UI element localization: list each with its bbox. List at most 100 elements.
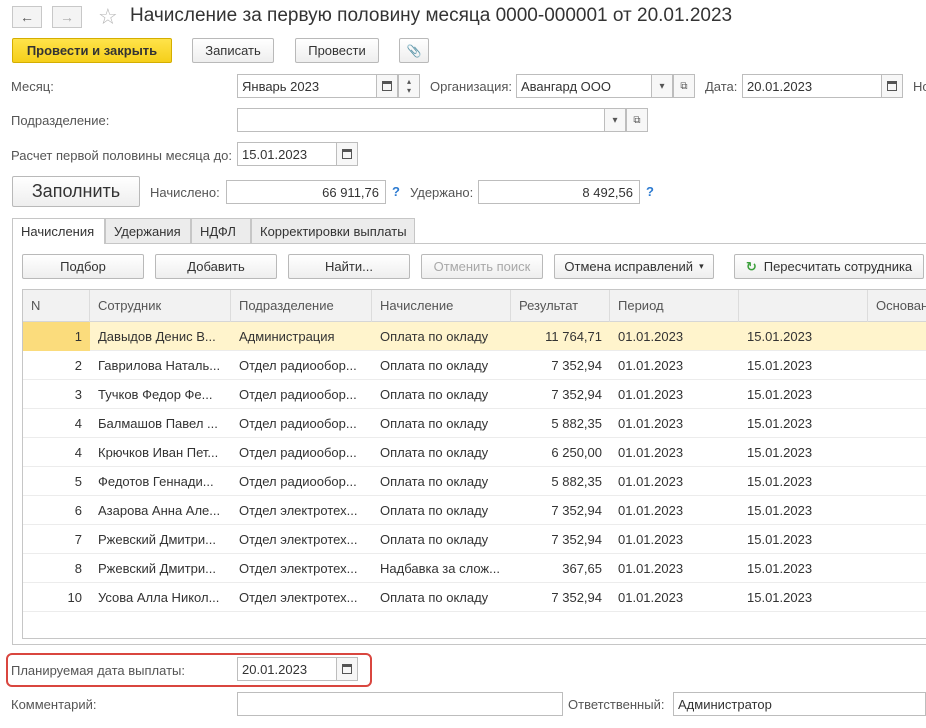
cell-accrual: Оплата по окладу [380, 445, 489, 460]
cell-period-to: 15.01.2023 [747, 503, 813, 518]
month-field[interactable]: Январь 2023 [237, 74, 377, 98]
post-button[interactable]: Провести [295, 38, 379, 63]
page-title: Начисление за первую половину месяца 000… [130, 5, 733, 26]
post-and-close-button[interactable]: Провести и закрыть [12, 38, 172, 63]
cell-employee: Давыдов Денис В... [98, 329, 216, 344]
cell-division: Отдел радиообор... [239, 445, 357, 460]
find-button[interactable]: Найти... [288, 254, 410, 279]
cell-employee: Ржевский Дмитри... [98, 532, 216, 547]
month-spinner[interactable]: ▴ ▾ [398, 74, 420, 98]
calendar-icon [342, 149, 352, 159]
table-header: N Сотрудник Подразделение Начисление Рез… [23, 290, 926, 322]
col-n[interactable]: N [23, 290, 90, 322]
accruals-table[interactable]: N Сотрудник Подразделение Начисление Рез… [22, 289, 926, 639]
recalc-employee-label: Пересчитать сотрудника [763, 259, 913, 274]
tab-ndfl[interactable]: НДФЛ [191, 218, 251, 243]
number-label: Но [913, 79, 926, 94]
cell-period-to: 15.01.2023 [747, 474, 813, 489]
division-field[interactable] [237, 108, 605, 132]
cancel-search-button[interactable]: Отменить поиск [421, 254, 543, 279]
cell-accrual: Оплата по окладу [380, 590, 489, 605]
date-field[interactable]: 20.01.2023 [742, 74, 882, 98]
col-division[interactable]: Подразделение [231, 290, 372, 322]
chevron-down-icon: ▾ [659, 80, 665, 92]
table-row[interactable]: 2 Гаврилова Наталь... Отдел радиообор... Оп… [23, 351, 926, 380]
cancel-fixes-label: Отмена исправлений [564, 259, 694, 274]
fill-button[interactable]: Заполнить [12, 176, 140, 207]
table-row[interactable]: 7 Ржевский Дмитри... Отдел электротех... Оп… [23, 525, 926, 554]
calc-until-calendar-button[interactable] [336, 142, 358, 166]
cell-division: Отдел электротех... [239, 590, 358, 605]
favorite-star-icon[interactable]: ☆ [98, 4, 118, 30]
attach-button[interactable]: 📎 [399, 38, 429, 63]
col-result[interactable]: Результат [511, 290, 610, 322]
comment-field[interactable] [237, 692, 563, 716]
organization-dropdown-button[interactable]: ▾ [651, 74, 673, 98]
table-row[interactable]: 3 Тучков Федор Фе... Отдел радиообор... Опл… [23, 380, 926, 409]
add-button[interactable]: Добавить [155, 254, 277, 279]
accrued-help-icon[interactable]: ? [392, 184, 400, 199]
planned-date-field[interactable]: 20.01.2023 [237, 657, 337, 681]
calendar-icon [382, 81, 392, 91]
pick-button[interactable]: Подбор [22, 254, 144, 279]
table-row[interactable]: 4 Крючков Иван Пет... Отдел радиообор... Оп… [23, 438, 926, 467]
calendar-icon [887, 81, 897, 91]
cell-result: 7 352,94 [551, 503, 602, 518]
planned-date-calendar-button[interactable] [336, 657, 358, 681]
arrow-left-icon: ← [20, 9, 34, 25]
cell-period-from: 01.01.2023 [618, 590, 684, 605]
col-employee[interactable]: Сотрудник [90, 290, 231, 322]
table-row[interactable]: 5 Федотов Геннади... Отдел радиообор... Опл… [23, 467, 926, 496]
col-period[interactable]: Период [610, 290, 739, 322]
spin-down-icon: ▾ [406, 86, 411, 95]
division-open-button[interactable]: ⧉ [626, 108, 648, 132]
col-period-to[interactable] [739, 290, 868, 322]
cell-division: Отдел радиообор... [239, 416, 357, 431]
withheld-help-icon[interactable]: ? [646, 184, 654, 199]
cell-result: 11 764,71 [545, 329, 602, 344]
cell-result: 6 250,00 [551, 445, 602, 460]
organization-field[interactable]: Авангард ООО [516, 74, 652, 98]
table-row[interactable]: 1 Давыдов Денис В... Администрация Оплата п… [23, 322, 926, 351]
cell-accrual: Оплата по окладу [380, 532, 489, 547]
tab-payment-corrections[interactable]: Корректировки выплаты [251, 218, 415, 243]
cell-employee: Федотов Геннади... [98, 474, 214, 489]
cell-n: 4 [74, 416, 82, 431]
date-calendar-button[interactable] [881, 74, 903, 98]
recalc-employee-button[interactable]: ↻ Пересчитать сотрудника [734, 254, 924, 279]
cell-n: 6 [74, 503, 82, 518]
save-button[interactable]: Записать [192, 38, 274, 63]
cell-n: 7 [74, 532, 82, 547]
cell-period-to: 15.01.2023 [747, 532, 813, 547]
tab-accruals[interactable]: Начисления [12, 218, 105, 244]
month-calendar-button[interactable] [376, 74, 398, 98]
chevron-down-icon: ▾ [612, 114, 618, 126]
forward-button[interactable]: → [52, 6, 82, 28]
date-label: Дата: [705, 79, 738, 94]
tab-deductions[interactable]: Удержания [105, 218, 191, 243]
cell-accrual: Оплата по окладу [380, 329, 489, 344]
cell-division: Отдел электротех... [239, 532, 358, 547]
cell-n: 1 [23, 322, 90, 351]
cell-period-to: 15.01.2023 [747, 590, 813, 605]
cancel-fixes-button[interactable]: Отмена исправлений ▾ [554, 254, 714, 279]
cell-period-from: 01.01.2023 [618, 503, 684, 518]
table-row[interactable]: 8 Ржевский Дмитри... Отдел электротех... На… [23, 554, 926, 583]
organization-open-button[interactable]: ⧉ [673, 74, 695, 98]
cell-employee: Гаврилова Наталь... [98, 358, 221, 373]
col-accrual[interactable]: Начисление [372, 290, 511, 322]
table-row[interactable]: 4 Балмашов Павел ... Отдел радиообор... Опл… [23, 409, 926, 438]
table-row[interactable]: 6 Азарова Анна Але... Отдел электротех... О… [23, 496, 926, 525]
paperclip-icon: 📎 [406, 43, 422, 58]
responsible-field[interactable]: Администратор [673, 692, 926, 716]
back-button[interactable]: ← [12, 6, 42, 28]
col-basis[interactable]: Основан [868, 290, 926, 322]
division-dropdown-button[interactable]: ▾ [604, 108, 626, 132]
cell-n: 4 [74, 445, 82, 460]
calc-until-field[interactable]: 15.01.2023 [237, 142, 337, 166]
cell-period-from: 01.01.2023 [618, 329, 684, 344]
cell-division: Отдел радиообор... [239, 358, 357, 373]
table-row[interactable]: 10 Усова Алла Никол... Отдел электротех...… [23, 583, 926, 612]
cell-period-to: 15.01.2023 [747, 329, 813, 344]
cell-period-from: 01.01.2023 [618, 387, 684, 402]
